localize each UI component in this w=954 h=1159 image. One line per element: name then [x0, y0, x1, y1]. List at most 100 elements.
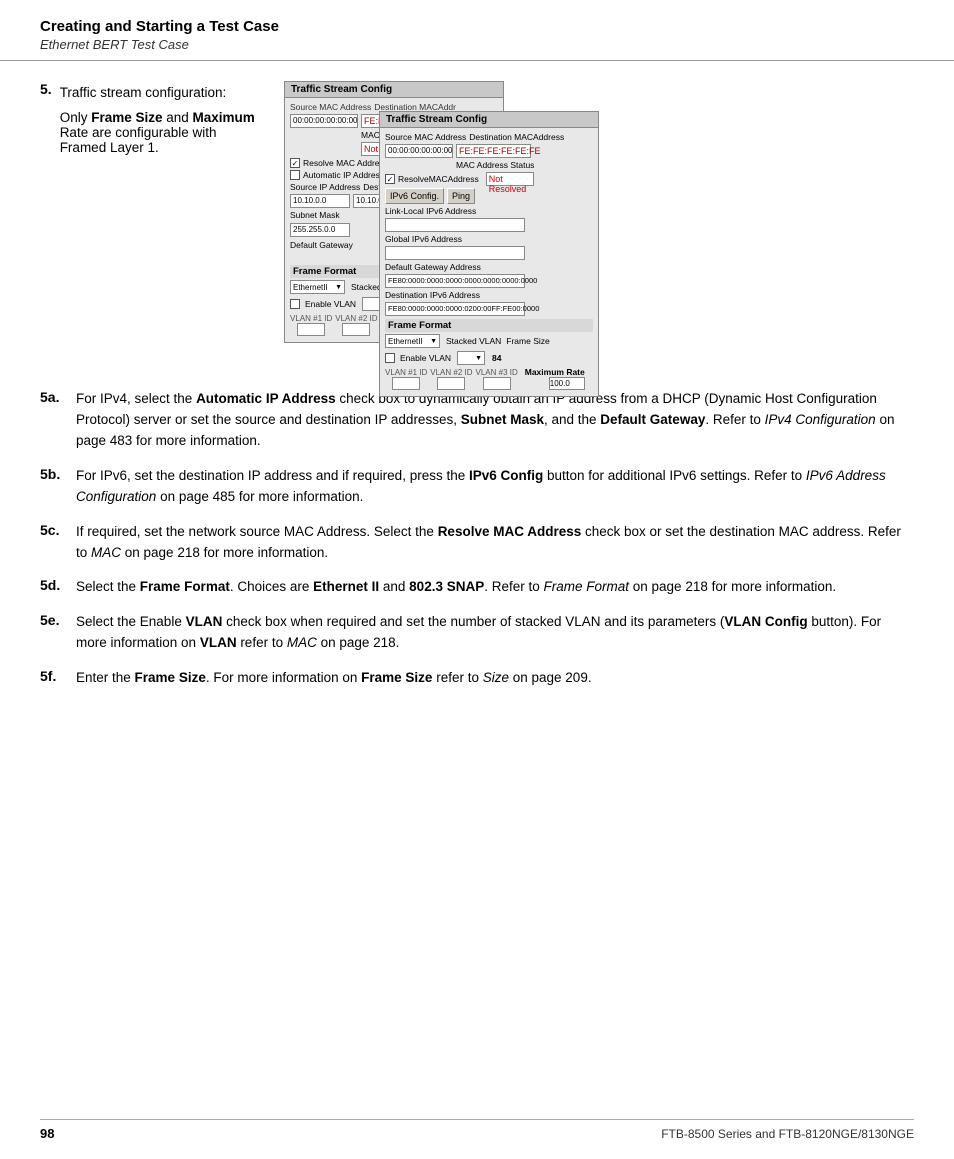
sub-step-5f-content: Enter the Frame Size. For more informati…: [76, 668, 592, 689]
sub-step-5a: 5a. For IPv4, select the Automatic IP Ad…: [40, 389, 914, 452]
sub-step-5b-label: 5b.: [40, 466, 76, 508]
enable-vlan-label-back: Enable VLAN: [305, 299, 356, 309]
vlan3-label-front: VLAN #3 ID: [476, 368, 518, 377]
traffic-config-wrapper: Traffic Stream Config Source MAC Address…: [284, 81, 664, 371]
max-rate-input-front[interactable]: [549, 377, 585, 390]
sub-step-5c-content: If required, set the network source MAC …: [76, 522, 914, 564]
max-rate-col-front: Maximum Rate: [525, 367, 585, 390]
dest-ipv6-input[interactable]: FE80:0000:0000:0000:0200:00FF:FE00:0000: [385, 302, 525, 316]
frame-format-dropdown-front[interactable]: EthernetII▼: [385, 334, 440, 348]
vlan-row-front: Enable VLAN ▼ 84: [385, 350, 593, 365]
link-local-label-row: Link-Local IPv6 Address: [385, 206, 593, 216]
panel-front-body: Source MAC Address Destination MACAddres…: [380, 128, 598, 396]
sub-step-5e: 5e. Select the Enable VLAN check box whe…: [40, 612, 914, 654]
stacked-vlan-label-front: Stacked VLAN: [446, 336, 501, 346]
page-title: Creating and Starting a Test Case: [40, 18, 914, 35]
vlan2-label-back: VLAN #2 ID: [335, 314, 377, 323]
global-ipv6-input[interactable]: [385, 246, 525, 260]
global-ipv6-label: Global IPv6 Address: [385, 234, 462, 244]
sub-step-5e-content: Select the Enable VLAN check box when re…: [76, 612, 914, 654]
gw-addr-input[interactable]: FE80:0000:0000:0000:0000:0000:0000:0000: [385, 274, 525, 288]
vlan2-input-back[interactable]: [342, 323, 370, 336]
resolve-mac-checkbox-front[interactable]: [385, 174, 395, 184]
link-local-input[interactable]: [385, 218, 525, 232]
source-mac-label-back: Source MAC Address: [290, 102, 371, 112]
step-5-number: 5.: [40, 81, 52, 97]
footer-page-number: 98: [40, 1126, 54, 1141]
sub-step-5e-label: 5e.: [40, 612, 76, 654]
page-subtitle: Ethernet BERT Test Case: [40, 37, 914, 52]
step-5-label: Traffic stream configuration:: [60, 85, 260, 100]
dest-mac-input-front[interactable]: FE:FE:FE:FE:FE:FE: [456, 144, 531, 158]
sub-step-5c: 5c. If required, set the network source …: [40, 522, 914, 564]
source-ip-label-back: Source IP Address: [290, 182, 360, 192]
ipv6-config-button[interactable]: IPv6 Config.: [385, 188, 444, 204]
ping-button-front[interactable]: Ping: [447, 188, 475, 204]
sub-step-5b-content: For IPv6, set the destination IP address…: [76, 466, 914, 508]
vlan3-col-front: VLAN #3 ID: [476, 368, 518, 390]
step-5-text: 5. Traffic stream configuration: Only Fr…: [40, 81, 260, 371]
dest-ipv6-label-row: Destination IPv6 Address: [385, 290, 593, 300]
vlan1-col-front: VLAN #1 ID: [385, 368, 427, 390]
vlan2-input-front[interactable]: [437, 377, 465, 390]
step-5-extra: Only Frame Size and Maximum Rate are con…: [60, 110, 260, 155]
link-local-label: Link-Local IPv6 Address: [385, 206, 476, 216]
subnet-input-back[interactable]: 255.255.0.0: [290, 223, 350, 237]
mac-status-label-front: MAC Address Status: [456, 160, 534, 170]
vlan2-label-front: VLAN #2 ID: [430, 368, 472, 377]
vlan2-col-back: VLAN #2 ID: [335, 314, 377, 336]
source-mac-input-back[interactable]: 00:00:00:00:00:00: [290, 114, 358, 128]
vlan-count-dropdown-front[interactable]: ▼: [457, 351, 485, 365]
vlan1-input-back[interactable]: [297, 323, 325, 336]
gw-label-back: Default Gateway: [290, 240, 353, 250]
resolve-mac-checkbox-back[interactable]: [290, 158, 300, 168]
traffic-panel-ipv6: Traffic Stream Config Source MAC Address…: [379, 111, 599, 397]
sub-step-5f-label: 5f.: [40, 668, 76, 689]
vlan1-label-back: VLAN #1 ID: [290, 314, 332, 323]
panel-front-title: Traffic Stream Config: [380, 112, 598, 128]
vlan3-input-front[interactable]: [483, 377, 511, 390]
frame-size-value-front: 84: [492, 353, 501, 363]
mac-header-row-front: Source MAC Address Destination MACAddres…: [385, 132, 593, 142]
vlan1-col-back: VLAN #1 ID: [290, 314, 332, 336]
vlan1-input-front[interactable]: [392, 377, 420, 390]
mac-status-row-front: MAC Address Status: [385, 160, 593, 170]
page-content: 5. Traffic stream configuration: Only Fr…: [0, 61, 954, 743]
auto-ip-checkbox-back[interactable]: [290, 170, 300, 180]
resolve-mac-label-front: ResolveMACAddress: [398, 174, 479, 184]
step-5-row: 5. Traffic stream configuration: Only Fr…: [40, 81, 914, 371]
enable-vlan-checkbox-front[interactable]: [385, 353, 395, 363]
panel-back-title: Traffic Stream Config: [285, 82, 503, 98]
sub-step-5b: 5b. For IPv6, set the destination IP add…: [40, 466, 914, 508]
source-ip-input-back[interactable]: 10.10.0.0: [290, 194, 350, 208]
frame-format-section-front: Frame Format: [385, 319, 593, 332]
global-ipv6-label-row: Global IPv6 Address: [385, 234, 593, 244]
frame-format-dropdown-back[interactable]: EthernetII▼: [290, 280, 345, 294]
max-rate-label-front: Maximum Rate: [525, 367, 585, 377]
subnet-label-back: Subnet Mask: [290, 210, 340, 220]
source-mac-input-front[interactable]: 00:00:00:00:00:00: [385, 144, 453, 158]
mac-value-row-front: 00:00:00:00:00:00 FE:FE:FE:FE:FE:FE: [385, 144, 593, 158]
mac-status-value-front[interactable]: Not Resolved: [486, 172, 534, 186]
gw-addr-label: Default Gateway Address: [385, 262, 481, 272]
frame-size-label-front: Frame Size: [506, 336, 549, 346]
source-mac-label-front: Source MAC Address: [385, 132, 466, 142]
sub-step-5d-label: 5d.: [40, 577, 76, 598]
sub-step-5c-label: 5c.: [40, 522, 76, 564]
sub-step-5d-content: Select the Frame Format. Choices are Eth…: [76, 577, 836, 598]
vlan-id-row-front: VLAN #1 ID VLAN #2 ID VLAN #3 ID: [385, 367, 593, 390]
dest-ipv6-label: Destination IPv6 Address: [385, 290, 480, 300]
auto-ip-label-back: Automatic IP Address: [303, 170, 384, 180]
page-header: Creating and Starting a Test Case Ethern…: [0, 0, 954, 61]
vlan1-label-front: VLAN #1 ID: [385, 368, 427, 377]
enable-vlan-label-front: Enable VLAN: [400, 353, 451, 363]
sub-step-5a-content: For IPv4, select the Automatic IP Addres…: [76, 389, 914, 452]
sub-step-5a-label: 5a.: [40, 389, 76, 452]
step-5-image: Traffic Stream Config Source MAC Address…: [284, 81, 914, 371]
vlan2-col-front: VLAN #2 ID: [430, 368, 472, 390]
enable-vlan-checkbox-back[interactable]: [290, 299, 300, 309]
frame-format-row-front: EthernetII▼ Stacked VLAN Frame Size: [385, 334, 593, 348]
sub-step-5f: 5f. Enter the Frame Size. For more infor…: [40, 668, 914, 689]
page-container: Creating and Starting a Test Case Ethern…: [0, 0, 954, 1159]
dest-mac-label-front: Destination MACAddress: [469, 132, 564, 142]
